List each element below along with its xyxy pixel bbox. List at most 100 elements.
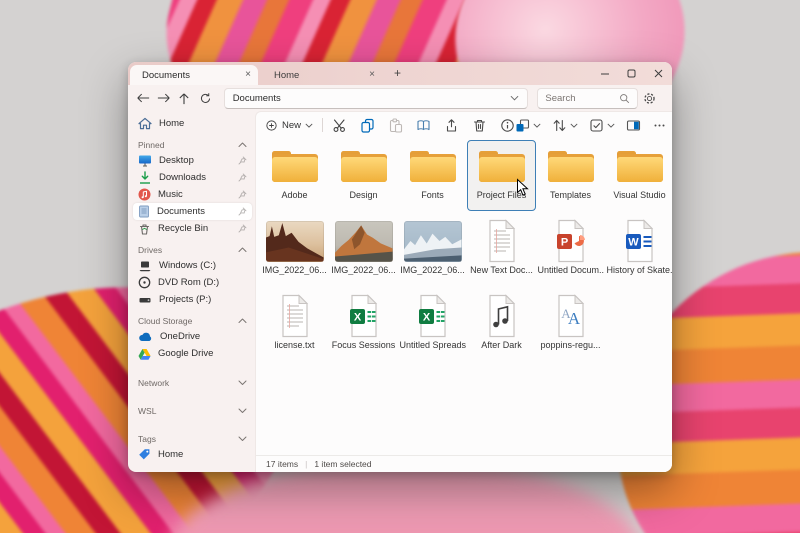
chevron-down-icon[interactable] — [238, 408, 247, 414]
tab-home[interactable]: Home × — [262, 65, 382, 85]
file-name: Visual Studio — [613, 190, 666, 200]
file-tile[interactable]: license.txt — [260, 290, 329, 361]
up-icon[interactable] — [178, 92, 196, 105]
file-tile[interactable]: After Dark — [467, 290, 536, 361]
sidebar-item-label: Windows (C:) — [159, 260, 217, 271]
delete-button[interactable] — [472, 118, 487, 133]
folder-tile[interactable]: Visual Studio — [605, 140, 672, 211]
svg-text:A: A — [567, 309, 580, 328]
file-grid: Adobe Design Fonts Project Files Templates Vi… — [260, 140, 672, 365]
sidebar-item-recycle-bin[interactable]: Recycle Bin — [133, 220, 252, 237]
chevron-up-icon[interactable] — [238, 142, 247, 148]
paste-button[interactable] — [388, 117, 403, 133]
folder-tile[interactable]: Templates — [536, 140, 605, 211]
sidebar-item-dvd-rom-d[interactable]: DVD Rom (D:) — [133, 274, 252, 291]
rename-button[interactable] — [416, 118, 431, 133]
sidebar-item-label: Downloads — [159, 172, 206, 183]
file-tile[interactable]: P Untitled Docum... — [536, 215, 605, 286]
forward-icon[interactable] — [157, 92, 175, 104]
pin-icon — [238, 173, 247, 182]
folder-tile[interactable]: Adobe — [260, 140, 329, 211]
powerpoint-icon: P — [554, 219, 588, 263]
share-button[interactable] — [444, 118, 459, 133]
file-tile[interactable]: A A poppins-regu... — [536, 290, 605, 361]
new-tab-button[interactable]: + — [394, 66, 401, 80]
sidebar-item-documents[interactable]: Documents — [133, 203, 252, 220]
file-tile[interactable]: New Text Doc... — [467, 215, 536, 286]
sidebar-item-home[interactable]: Home — [133, 446, 252, 463]
see-more-button[interactable] — [652, 118, 667, 133]
section-label: Network — [138, 378, 170, 388]
sidebar-item-downloads[interactable]: Downloads — [133, 169, 252, 186]
file-tile[interactable]: X Untitled Spreads... — [398, 290, 467, 361]
settings-gear-icon[interactable] — [643, 92, 664, 105]
file-name: poppins-regu... — [540, 340, 601, 350]
file-tile[interactable]: IMG_2022_06... — [398, 215, 467, 286]
sidebar-section-wsl[interactable]: WSL — [133, 404, 252, 418]
folder-icon — [340, 147, 388, 185]
file-tile[interactable]: X Focus Sessions — [329, 290, 398, 361]
chevron-up-icon[interactable] — [238, 318, 247, 324]
sidebar-section-drives[interactable]: Drives — [133, 243, 252, 257]
file-name: Templates — [549, 190, 592, 200]
view-options-button[interactable] — [589, 118, 615, 133]
photo-thumbnail-sunset — [334, 220, 393, 262]
titlebar[interactable]: Documents × Home × + — [128, 62, 672, 85]
file-tile[interactable]: IMG_2022_06... — [329, 215, 398, 286]
toolbar: New — [256, 112, 672, 138]
pin-icon — [238, 207, 247, 216]
chevron-down-icon[interactable] — [238, 436, 247, 442]
back-icon[interactable] — [136, 92, 154, 104]
chevron-down-icon[interactable] — [238, 380, 247, 386]
file-name: license.txt — [274, 340, 315, 350]
folder-icon — [271, 147, 319, 185]
delete-icon — [472, 118, 487, 133]
address-bar[interactable]: Documents — [223, 87, 529, 109]
sort-icon — [552, 118, 567, 133]
tab-close-icon[interactable]: × — [369, 70, 375, 80]
sidebar-item-desktop[interactable]: Desktop — [133, 152, 252, 169]
sort-button[interactable] — [552, 118, 578, 133]
file-tile[interactable]: W History of Skate... — [605, 215, 672, 286]
sidebar-item-home[interactable]: Home — [133, 115, 252, 132]
sidebar-section-cloud-storage[interactable]: Cloud Storage — [133, 314, 252, 328]
new-button[interactable]: New — [265, 119, 313, 132]
chevron-down-icon[interactable] — [510, 95, 519, 101]
sidebar-section-tags[interactable]: Tags — [133, 432, 252, 446]
close-button[interactable] — [645, 62, 672, 85]
status-divider: | — [305, 459, 308, 469]
svg-text:W: W — [628, 237, 639, 249]
section-label: Pinned — [138, 140, 165, 150]
sidebar-section-pinned[interactable]: Pinned — [133, 138, 252, 152]
sidebar-item-label: DVD Rom (D:) — [158, 277, 220, 288]
rename-icon — [416, 118, 431, 133]
file-tile[interactable]: IMG_2022_06... — [260, 215, 329, 286]
file-name: Untitled Docum... — [537, 265, 604, 275]
toolbar-divider — [322, 118, 324, 132]
maximize-button[interactable] — [618, 62, 645, 85]
svg-text:X: X — [353, 312, 361, 324]
refresh-icon[interactable] — [199, 92, 217, 105]
section-label: WSL — [138, 406, 157, 416]
tab-documents[interactable]: Documents × — [130, 65, 258, 85]
layout-button[interactable] — [515, 118, 541, 133]
folder-tile[interactable]: Fonts — [398, 140, 467, 211]
folder-icon — [409, 147, 457, 185]
search-input[interactable]: Search — [537, 87, 639, 109]
sidebar-section-network[interactable]: Network — [133, 376, 252, 390]
sidebar-item-music[interactable]: Music — [133, 186, 252, 203]
copy-button[interactable] — [360, 118, 375, 133]
details-pane-button[interactable] — [626, 118, 641, 133]
sidebar-item-google-drive[interactable]: Google Drive — [133, 345, 252, 362]
sidebar-item-projects-p[interactable]: Projects (P:) — [133, 291, 252, 308]
cut-button[interactable] — [332, 118, 347, 133]
chevron-up-icon[interactable] — [238, 247, 247, 253]
tab-close-icon[interactable]: × — [245, 70, 251, 80]
minimize-button[interactable] — [591, 62, 618, 85]
properties-button[interactable] — [500, 118, 515, 133]
sidebar-item-onedrive[interactable]: OneDrive — [133, 328, 252, 345]
sidebar-item-windows-c[interactable]: Windows (C:) — [133, 257, 252, 274]
pin-icon — [238, 156, 247, 165]
folder-tile[interactable]: Project Files — [467, 140, 536, 211]
folder-tile[interactable]: Design — [329, 140, 398, 211]
